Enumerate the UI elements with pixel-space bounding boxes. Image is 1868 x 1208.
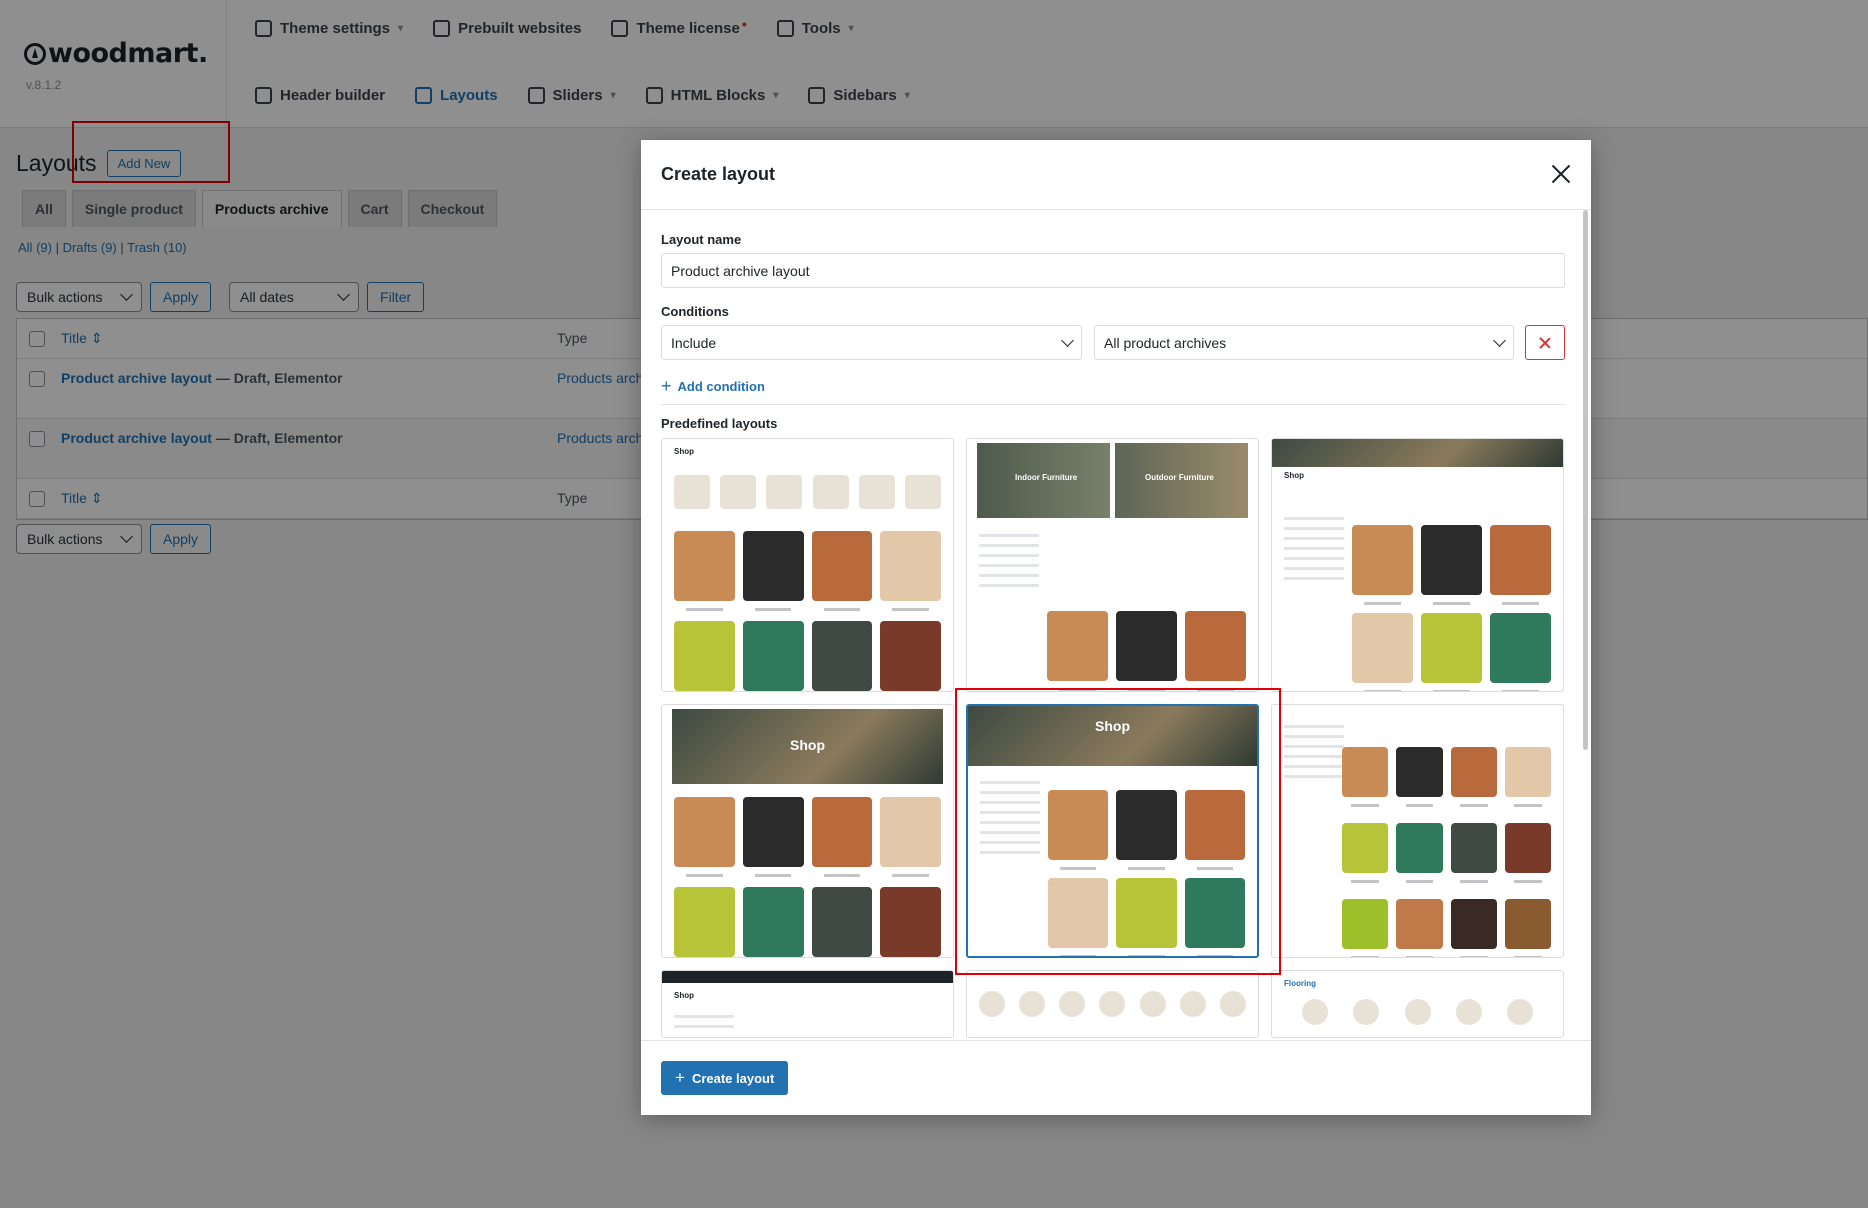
product-thumbnails <box>1352 525 1551 605</box>
product-thumbnails <box>1047 611 1246 691</box>
layout-preview-card[interactable]: Shop <box>661 970 954 1038</box>
product-thumbnails <box>1352 613 1551 691</box>
preview-banner: Shop <box>672 709 943 784</box>
filter-sidebar <box>1284 725 1344 785</box>
product-thumbnails <box>1342 899 1551 957</box>
product-thumbnails <box>1342 823 1551 883</box>
predefined-layouts-label: Predefined layouts <box>661 416 778 431</box>
card-heading: Shop <box>674 447 694 456</box>
condition-value-select[interactable]: All product archives <box>1094 325 1514 360</box>
chevron-down-icon <box>1061 333 1074 347</box>
dialog-header: Create layout <box>641 140 1591 210</box>
filter-sidebar <box>979 534 1039 594</box>
product-thumbnails <box>1342 747 1551 807</box>
plus-icon: + <box>675 1068 685 1087</box>
product-thumbnails <box>674 797 941 877</box>
filter-sidebar <box>674 1015 734 1035</box>
product-thumbnails <box>674 621 941 691</box>
layout-preview-card[interactable]: Flooring <box>1271 970 1564 1038</box>
divider <box>661 404 1566 405</box>
layout-preview-card[interactable]: Shop <box>661 438 954 692</box>
layout-preview-card[interactable] <box>966 970 1259 1038</box>
condition-type-select[interactable]: Include <box>661 325 1082 360</box>
remove-condition-button[interactable] <box>1525 325 1565 360</box>
chevron-down-icon <box>1493 333 1506 347</box>
product-thumbnails <box>674 531 941 611</box>
dialog-scrollbar[interactable] <box>1583 210 1588 750</box>
layout-preview-card[interactable]: Indoor Furniture Outdoor Furniture <box>966 438 1259 692</box>
highlight-box-selected-layout <box>955 688 1281 975</box>
card-heading: Shop <box>1284 471 1304 480</box>
layout-preview-card[interactable] <box>1271 704 1564 958</box>
card-heading: Shop <box>790 737 825 753</box>
create-layout-button[interactable]: + Create layout <box>661 1061 789 1095</box>
preview-topbar <box>662 971 953 983</box>
category-strip <box>979 991 1246 1017</box>
card-heading: Flooring <box>1284 979 1316 988</box>
filter-sidebar <box>1284 517 1344 587</box>
layout-name-input[interactable]: Product archive layout <box>661 253 1565 288</box>
conditions-label: Conditions <box>661 304 729 319</box>
plus-icon: + <box>661 376 672 396</box>
dialog-footer: + Create layout <box>641 1040 1591 1115</box>
product-thumbnails <box>674 887 941 957</box>
preview-banner <box>1272 439 1563 467</box>
card-heading: Shop <box>674 991 694 1000</box>
layout-preview-card[interactable]: Shop <box>1271 438 1564 692</box>
layout-preview-card[interactable]: Shop <box>661 704 954 958</box>
card-banner-label: Indoor Furniture <box>1015 473 1078 482</box>
dialog-title: Create layout <box>661 164 776 184</box>
close-icon[interactable] <box>1549 162 1573 186</box>
category-strip <box>674 475 941 509</box>
card-banner-label: Outdoor Furniture <box>1145 473 1214 482</box>
layout-name-label: Layout name <box>661 232 742 247</box>
category-strip <box>1302 999 1533 1025</box>
add-condition-link[interactable]: + Add condition <box>661 376 765 397</box>
